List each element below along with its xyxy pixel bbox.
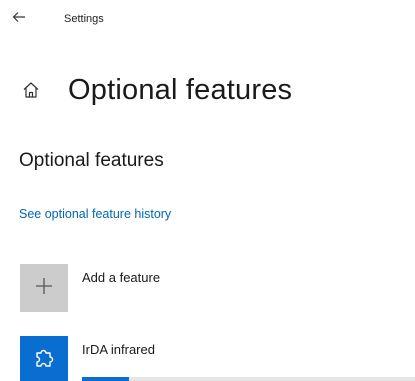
feature-item-irda-infrared[interactable]: IrDA infrared (20, 336, 415, 381)
settings-window: Settings Optional features Optional feat… (0, 0, 415, 381)
app-title: Settings (64, 13, 104, 25)
back-arrow-icon (12, 10, 26, 28)
home-icon[interactable] (20, 79, 42, 101)
add-feature-button[interactable]: Add a feature (20, 264, 160, 312)
section-title: Optional features (19, 150, 164, 171)
add-feature-tile (20, 264, 68, 312)
see-feature-history-link[interactable]: See optional feature history (19, 207, 171, 221)
puzzle-piece-icon (33, 347, 55, 374)
install-progress-bar (82, 377, 415, 381)
page-title: Optional features (68, 73, 293, 106)
feature-tile (20, 336, 68, 381)
page-header: Optional features (20, 70, 292, 110)
feature-name: IrDA infrared (82, 342, 155, 357)
plus-icon (35, 277, 53, 300)
back-button[interactable] (8, 8, 30, 30)
install-progress-fill (82, 377, 129, 381)
add-feature-label: Add a feature (82, 270, 161, 285)
title-bar: Settings (0, 0, 415, 40)
